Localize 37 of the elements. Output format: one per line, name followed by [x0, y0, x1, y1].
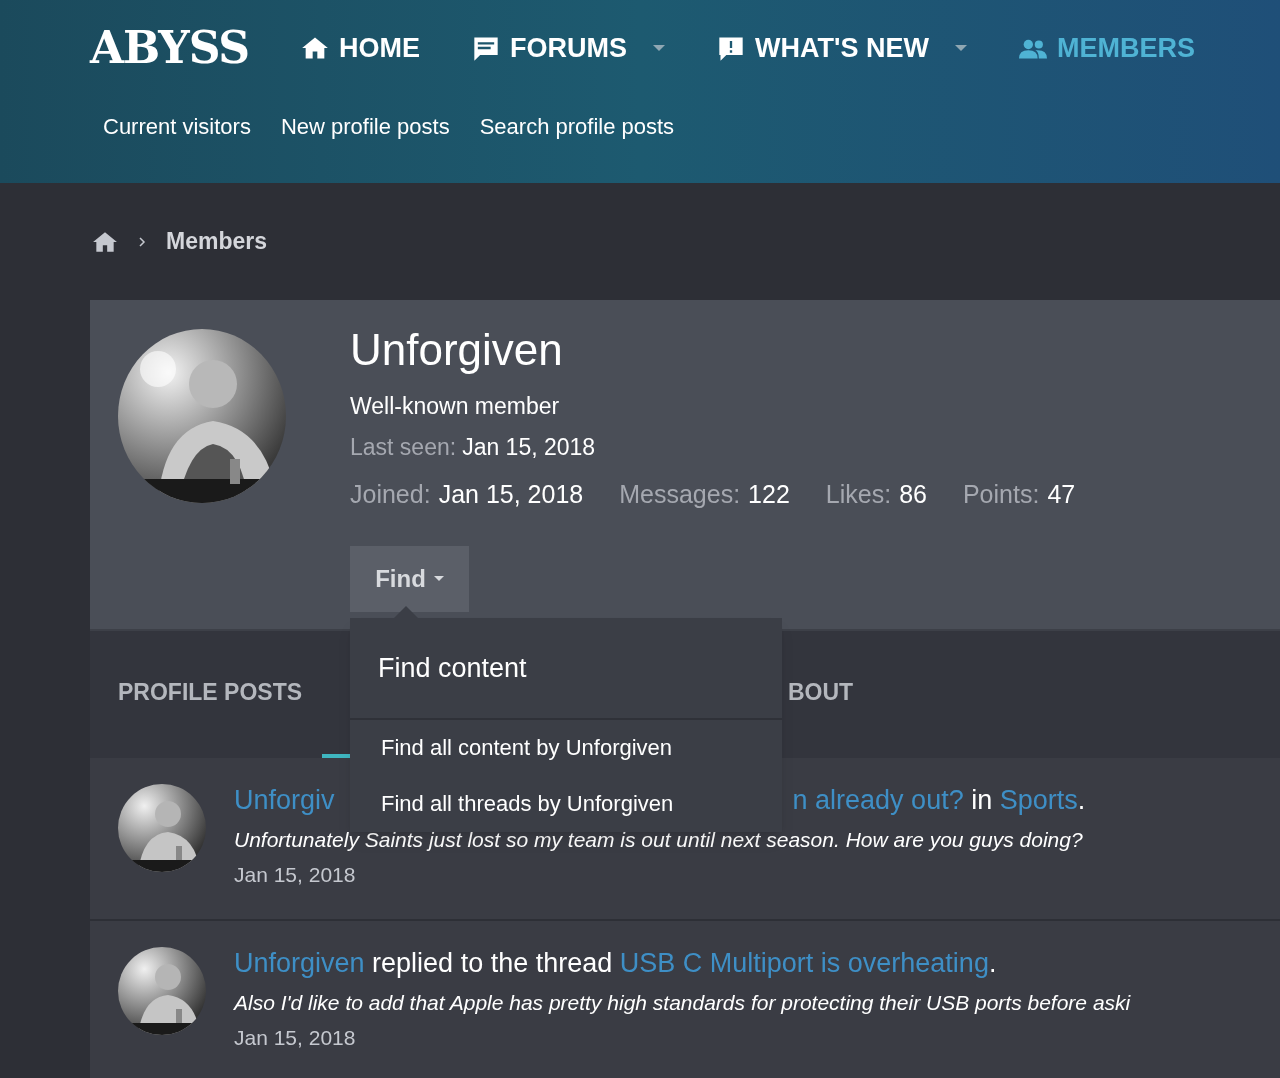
stat-label: Last seen:	[350, 432, 457, 462]
stat-label: Likes:	[825, 479, 892, 510]
post-excerpt: Also I'd like to add that Apple has pretty high standards for protecting their USB ports before aski	[234, 989, 1131, 1016]
caret-icon[interactable]	[653, 45, 666, 51]
stat-value: 47	[1047, 479, 1076, 510]
stat-value: Jan 15, 2018	[462, 432, 596, 462]
subnav-link[interactable]: New profile posts	[280, 109, 450, 143]
stat-label: Points:	[962, 479, 1040, 510]
subnav-link[interactable]: Search profile posts	[479, 109, 675, 143]
chat-icon	[472, 35, 501, 61]
post-date: Jan 15, 2018	[234, 862, 357, 889]
alert-bubble-icon	[717, 35, 746, 61]
caret-icon	[433, 576, 444, 581]
subnav-link[interactable]: Current visitors	[103, 109, 251, 143]
nav-tab[interactable]: FORUMS	[472, 27, 628, 69]
chevron-icon	[138, 235, 146, 248]
profile-tab[interactable]: BOUT	[782, 631, 874, 758]
dropdown-header: Find content	[350, 618, 782, 720]
stat-value: 122	[748, 479, 790, 510]
profile-tab[interactable]: PROFILE POSTS	[90, 631, 322, 758]
stat-label: Joined:	[350, 479, 431, 510]
home-icon	[301, 35, 330, 61]
home-icon[interactable]	[92, 230, 118, 253]
find-button[interactable]: Find	[350, 545, 469, 612]
post-title: Unforgiven replied to the thread USB C Multiport is overheating.	[234, 947, 998, 980]
nav-tab[interactable]: HOME	[301, 27, 421, 69]
stat-value: Jan 15, 2018	[438, 479, 584, 510]
site-logo[interactable]: ABYSS	[90, 15, 250, 81]
caret-icon[interactable]	[954, 45, 967, 51]
post-date: Jan 15, 2018	[234, 1025, 357, 1052]
nav-tab[interactable]: WHAT'S NEW	[717, 27, 929, 69]
stat-label: Messages:	[619, 479, 741, 510]
member-title: Well-known member	[350, 392, 561, 421]
stat-value: 86	[899, 479, 927, 510]
menu-item[interactable]: Find all content by Unforgiven	[350, 719, 782, 776]
member-name: Unforgiven	[350, 324, 564, 376]
breadcrumb-link[interactable]: Members	[166, 224, 267, 259]
